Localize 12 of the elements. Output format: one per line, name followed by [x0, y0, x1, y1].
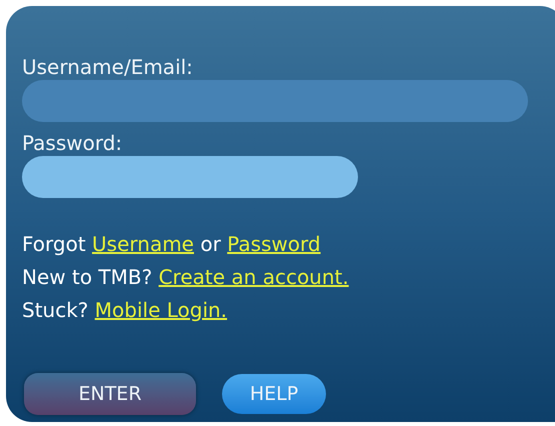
input-field[interactable]	[22, 80, 528, 122]
field-label: Password:	[22, 130, 124, 156]
link[interactable]: Username	[92, 232, 194, 256]
field-label: Username/Email:	[22, 54, 194, 80]
link[interactable]: Mobile Login.	[94, 298, 228, 322]
enter-button[interactable]: ENTER	[24, 373, 196, 415]
link[interactable]: Password	[227, 232, 321, 256]
help-text: New to TMB? Create an account.	[22, 264, 350, 291]
link[interactable]: Create an account.	[158, 265, 349, 289]
input-field[interactable]	[22, 156, 358, 198]
help-text: Forgot Username or Password	[22, 231, 322, 258]
help-text: Stuck? Mobile Login.	[22, 297, 228, 324]
